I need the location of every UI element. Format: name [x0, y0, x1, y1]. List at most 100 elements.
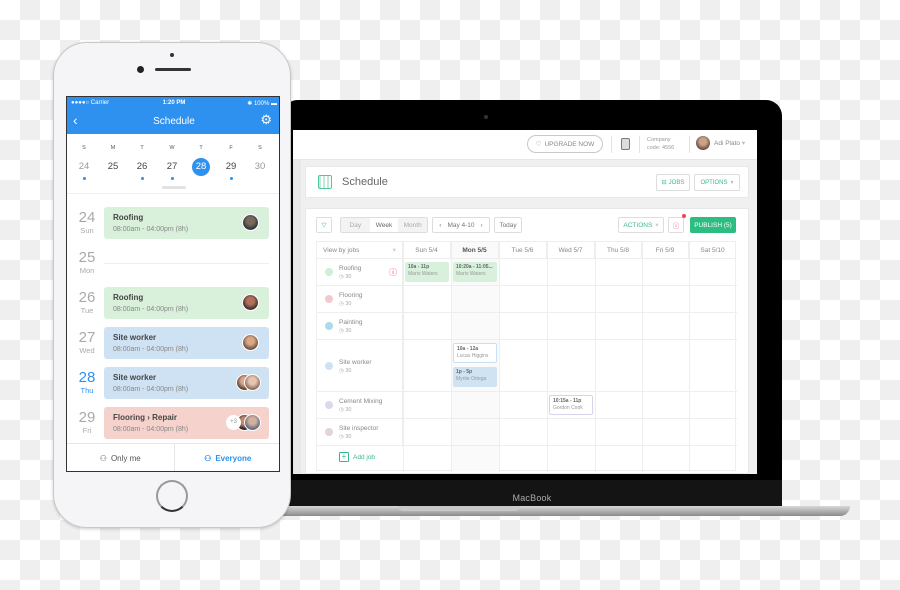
avatar: [244, 374, 261, 391]
brand-label: MacBook: [512, 493, 552, 503]
job-row-site-worker: Site worker ◷ 30: [317, 340, 737, 392]
gear-icon[interactable]: ⚙: [260, 112, 272, 128]
avatar: [244, 414, 261, 431]
day-row-today: 28 Thu Site worker 08:00am - 04:00pm (8h): [67, 363, 279, 403]
shift-card[interactable]: Roofing 08:00am - 04:00pm (8h): [104, 287, 269, 319]
heart-icon: ♡: [535, 141, 542, 148]
job-color-dot: [325, 428, 333, 436]
shift-card[interactable]: 1p - 5p Myrtie Ortega: [453, 367, 497, 387]
notification-dot: [682, 214, 686, 218]
shift-card[interactable]: 10:15a - 11p Gordon Cook: [549, 395, 593, 415]
user-menu[interactable]: Adi Plato ▾: [714, 139, 745, 147]
week-strip: S 24 M 25 T 26 W 27 T 28 F 29 S 30: [67, 134, 279, 194]
job-color-dot: [325, 295, 333, 303]
day-row: 27 Wed Site worker 08:00am - 04:00pm (8h): [67, 323, 279, 363]
laptop-screen: ♡ UPGRADE NOW Company code: 4556 Adi Plato…: [293, 130, 757, 474]
view-month[interactable]: Month: [398, 218, 427, 232]
week-day[interactable]: S 24: [72, 134, 96, 180]
job-row-site-inspector: Site inspector ◷ 30: [317, 419, 737, 446]
add-job-button[interactable]: + Add job: [339, 452, 375, 462]
day-row: 24 Sun Roofing 08:00am - 04:00pm (8h): [67, 203, 279, 243]
week-day[interactable]: W 27: [160, 134, 184, 180]
job-row-roofing: Roofing ◷ 30 ⓘ: [317, 259, 737, 286]
options-button[interactable]: OPTIONS ▾: [694, 174, 740, 191]
alert-icon: ⓘ: [672, 223, 680, 230]
nav-bar: ‹ Schedule ⚙: [67, 109, 279, 134]
home-button[interactable]: [156, 480, 188, 512]
next-week-button[interactable]: ›: [481, 222, 483, 229]
week-day[interactable]: T 26: [130, 134, 154, 180]
today-button[interactable]: Today: [494, 217, 522, 233]
status-bar: ●●●●○ Carrier 1:20 PM ✱ 100% ▬: [67, 97, 279, 109]
week-day[interactable]: M 25: [101, 134, 125, 175]
date-range-nav: ‹ May 4-10 ›: [432, 217, 490, 233]
view-mode-toggle: Day Week Month: [340, 217, 428, 233]
day-header: Sat 5/10: [689, 242, 736, 259]
briefcase-icon: ⊟: [661, 180, 667, 186]
jobs-button[interactable]: ⊟ JOBS: [656, 174, 690, 191]
week-day[interactable]: S 30: [248, 134, 272, 175]
day-header: Wed 5/7: [547, 242, 595, 259]
nav-title: Schedule: [153, 116, 195, 127]
job-row-painting: Painting ◷ 30: [317, 313, 737, 340]
day-header: Thu 5/8: [595, 242, 642, 259]
sidebar-collapsed[interactable]: [293, 160, 301, 474]
shift-card[interactable]: 10a - 12a Lucas Higgins: [453, 343, 497, 363]
user-avatar[interactable]: [696, 136, 710, 150]
filter-icon: ▽: [321, 222, 327, 229]
day-header: Mon 5/5: [451, 242, 499, 259]
empty-day-divider: [104, 263, 269, 264]
shift-card[interactable]: Roofing 08:00am - 04:00pm (8h): [104, 207, 269, 239]
shift-card[interactable]: Site worker 08:00am - 04:00pm (8h): [104, 367, 269, 399]
filter-button[interactable]: ▽: [316, 217, 332, 233]
avatar: [242, 334, 259, 351]
battery-icon: ▬: [271, 101, 277, 107]
tab-everyone[interactable]: ⚇ Everyone: [173, 444, 280, 471]
view-day[interactable]: Day: [341, 218, 370, 232]
view-week[interactable]: Week: [369, 218, 399, 232]
day-header: Tue 5/6: [499, 242, 547, 259]
bottom-tabs: ⚇ Only me ⚇ Everyone: [67, 443, 280, 471]
drag-handle[interactable]: [162, 186, 186, 189]
shift-card[interactable]: 10a - 11p Mario Waters: [405, 262, 449, 282]
earpiece-speaker: [155, 68, 191, 71]
shift-card[interactable]: 10:20a - 11:05... Mario Waters: [453, 262, 497, 282]
divider: [689, 136, 690, 153]
company-code: Company code: 4556: [647, 137, 675, 151]
chevron-down-icon: ▾: [730, 180, 734, 186]
tab-only-me[interactable]: ⚇ Only me: [67, 444, 174, 471]
page-title: Schedule: [342, 176, 388, 188]
chevron-down-icon: ▾: [741, 140, 746, 147]
avatar: [242, 294, 259, 311]
view-by-select[interactable]: View by jobs ▾: [317, 242, 403, 259]
schedule-header: Schedule ⊟ JOBS OPTIONS ▾: [305, 166, 749, 198]
phone-screen: ●●●●○ Carrier 1:20 PM ✱ 100% ▬ ‹ Schedul…: [66, 96, 280, 472]
help-icon[interactable]: [621, 138, 630, 150]
avatar: [242, 214, 259, 231]
week-day-selected[interactable]: T 28: [189, 134, 213, 176]
job-row-flooring: Flooring ◷ 30: [317, 286, 737, 313]
day-header: Sun 5/4: [403, 242, 451, 259]
chevron-down-icon: ▾: [655, 222, 659, 229]
bluetooth-icon: ✱: [247, 101, 253, 107]
day-header: Fri 5/9: [642, 242, 689, 259]
publish-button[interactable]: PUBLISH (5): [690, 217, 736, 233]
plus-icon: +: [339, 452, 349, 462]
prev-week-button[interactable]: ‹: [439, 222, 441, 229]
warning-icon[interactable]: ⓘ: [389, 267, 397, 278]
day-row: 26 Tue Roofing 08:00am - 04:00pm (8h): [67, 283, 279, 323]
day-row: 29 Fri Flooring › Repair 08:00am - 04:00pm…: [67, 403, 279, 443]
person-icon: ⚇: [99, 454, 107, 463]
proximity-sensor: [170, 53, 174, 57]
week-day[interactable]: F 29: [219, 134, 243, 180]
job-color-dot: [325, 401, 333, 409]
shift-card[interactable]: Flooring › Repair 08:00am - 04:00pm (8h) +…: [104, 407, 269, 439]
more-assignees-badge: +3: [226, 415, 241, 430]
webcam: [484, 115, 488, 119]
shift-card[interactable]: Site worker 08:00am - 04:00pm (8h): [104, 327, 269, 359]
actions-button[interactable]: ACTIONS ▾: [618, 217, 664, 233]
upgrade-now-button[interactable]: ♡ UPGRADE NOW: [527, 135, 603, 153]
alert-button[interactable]: ⓘ: [668, 217, 684, 233]
calendar-icon: [318, 175, 332, 189]
job-color-dot: [325, 362, 333, 370]
